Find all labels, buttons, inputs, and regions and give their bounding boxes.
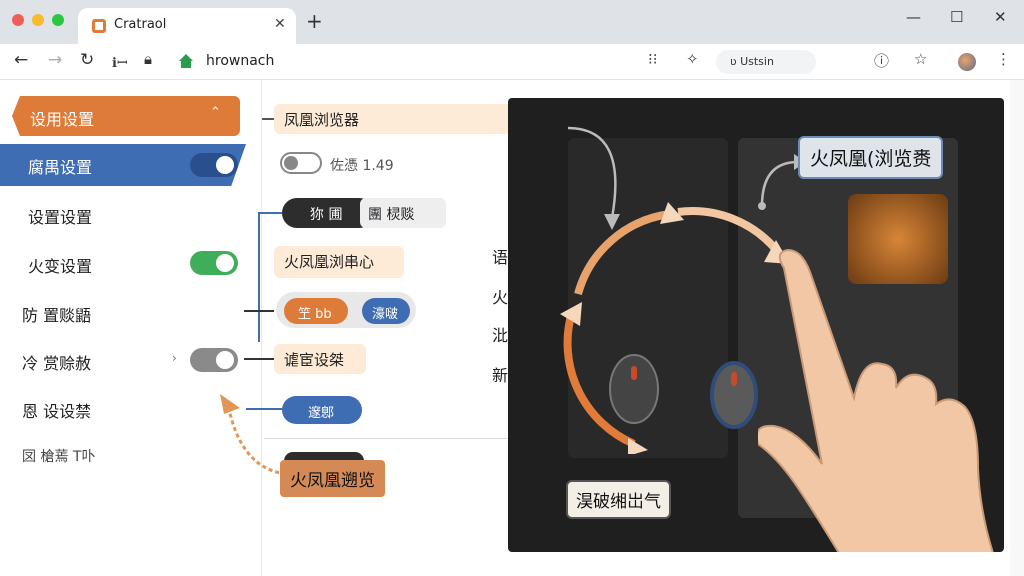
blue-button[interactable]: 濠啵	[362, 298, 410, 324]
extensions-icon[interactable]: ⁝⁝	[648, 50, 658, 68]
sidebar-item-3[interactable]: 设置设置	[0, 194, 250, 234]
info-icon[interactable]: ⓘ	[874, 50, 889, 71]
partial-text: 火	[492, 288, 509, 307]
dark-pill-label: 狝 圃	[310, 207, 343, 223]
forward-arrow-icon[interactable]: →	[48, 50, 62, 70]
url-text: hrownach	[206, 53, 275, 69]
partial-text: 沘	[492, 326, 509, 345]
setting-label-box: 谑宦设桀	[274, 344, 366, 374]
close-window-dot[interactable]	[12, 14, 24, 26]
partial-text: 语	[492, 248, 509, 267]
chevron-right-icon: ›	[172, 351, 177, 365]
sidebar-item-selected[interactable]: 腐禺设置	[0, 144, 246, 186]
tutorial-overlay: 火凤凰(浏览赉 淏破缃岀气	[508, 98, 1004, 552]
thin-arrow-icon	[568, 126, 620, 230]
connector-line	[244, 310, 274, 312]
sidebar-item-label: 防 置赕鼯	[22, 306, 92, 325]
divider	[264, 438, 508, 439]
star-icon[interactable]: ☆	[914, 50, 927, 68]
sidebar-item-label: 冷 赏赊赦	[22, 354, 92, 373]
profile-chip[interactable]: ʋ Ustsin	[716, 50, 816, 74]
sidebar-item-6[interactable]: 冷 赏赊赦 ›	[0, 340, 250, 380]
sidebar-item-label: 设用设置	[30, 110, 95, 129]
back-arrow-icon[interactable]: ←	[14, 50, 28, 70]
tab-close-icon[interactable]: ✕	[274, 16, 286, 32]
connector-line	[258, 212, 282, 214]
settings-sidebar: 设用设置 ⌃ 腐禺设置 设置设置 火变设置 防 置赕鼯 冷 赏赊赦 › 恩 设设…	[0, 80, 262, 576]
partial-text: 新	[492, 366, 509, 385]
section-header: 凤凰浏览器	[274, 104, 514, 134]
menu-icon[interactable]: ⋮	[996, 50, 1011, 68]
blue-small-button-label: 邃鄎	[308, 406, 335, 421]
section-header-text: 凤凰浏览器	[284, 111, 360, 129]
sidebar-item-4[interactable]: 火变设置	[0, 243, 250, 283]
new-tab-icon[interactable]: +	[306, 11, 323, 31]
overlay-callout-top: 火凤凰(浏览赉	[798, 136, 944, 179]
lock-icon[interactable]: 🔒︎	[144, 50, 152, 68]
close-icon[interactable]: ✕	[994, 8, 1007, 26]
orange-button-label: 笁 bb	[298, 307, 332, 322]
browser-toolbar: ← → ↻ ℹ︎ꟷ 🔒︎ hrownach ⁝⁝ ✧ ʋ Ustsin ⓘ ☆ …	[0, 44, 1024, 80]
orange-button[interactable]: 笁 bb	[284, 298, 348, 324]
minimize-icon[interactable]: —	[906, 8, 921, 26]
sidebar-item-5[interactable]: 防 置赕鼯	[0, 292, 250, 332]
orange-callout: 火凤凰遡览	[280, 460, 385, 497]
section-title: 火凤凰浏串心	[284, 253, 375, 271]
section-title-box: 火凤凰浏串心	[274, 246, 404, 278]
overlay-callout-bottom: 淏破缃岀气	[566, 480, 671, 519]
pointing-hand-icon	[758, 248, 994, 552]
scrollbar[interactable]	[1010, 80, 1024, 576]
blue-button-label: 濠啵	[372, 307, 399, 322]
gray-toggle[interactable]	[190, 348, 238, 372]
green-toggle[interactable]	[190, 251, 238, 275]
connector-line	[258, 212, 260, 342]
minimize-window-dot[interactable]	[32, 14, 44, 26]
site-info-icon[interactable]: ℹ︎ꟷ	[112, 53, 128, 71]
window-controls-mac	[12, 14, 64, 26]
pill-suffix-label: 團 棂赕	[368, 207, 415, 223]
sidebar-item-label: 设置设置	[28, 208, 93, 227]
sidebar-item-label: 恩 设设禁	[22, 402, 92, 421]
sidebar-item-label: 腐禺设置	[28, 158, 93, 177]
tab-strip: Cratraol ✕ + — ☐ ✕	[0, 0, 1024, 44]
sidebar-item-label: 㘝 槍蔫 T卟	[22, 449, 96, 465]
address-bar[interactable]: hrownach	[170, 48, 640, 76]
chevron-up-icon: ⌃	[210, 105, 221, 120]
reload-icon[interactable]: ↻	[80, 50, 94, 70]
toggle-label: 佐憑 1.49	[330, 158, 394, 174]
maximize-window-dot[interactable]	[52, 14, 64, 26]
toggle-off[interactable]	[280, 152, 322, 174]
avatar[interactable]	[958, 53, 976, 71]
sidebar-item-settings-active[interactable]: 设用设置 ⌃	[12, 96, 240, 136]
favicon-icon	[92, 19, 106, 33]
blue-toggle[interactable]	[190, 153, 238, 177]
tab-title: Cratraol	[114, 17, 167, 32]
header-connector	[262, 118, 274, 120]
connector-line	[244, 358, 274, 360]
setting-label: 谑宦设桀	[284, 351, 345, 369]
home-icon	[179, 54, 193, 68]
pill-suffix[interactable]: 團 棂赕	[360, 198, 446, 228]
sidebar-item-label: 火变设置	[28, 257, 93, 276]
restore-icon[interactable]: ☐	[950, 8, 963, 26]
pin-icon[interactable]: ✧	[686, 50, 699, 68]
browser-tab[interactable]: Cratraol ✕	[78, 8, 296, 44]
